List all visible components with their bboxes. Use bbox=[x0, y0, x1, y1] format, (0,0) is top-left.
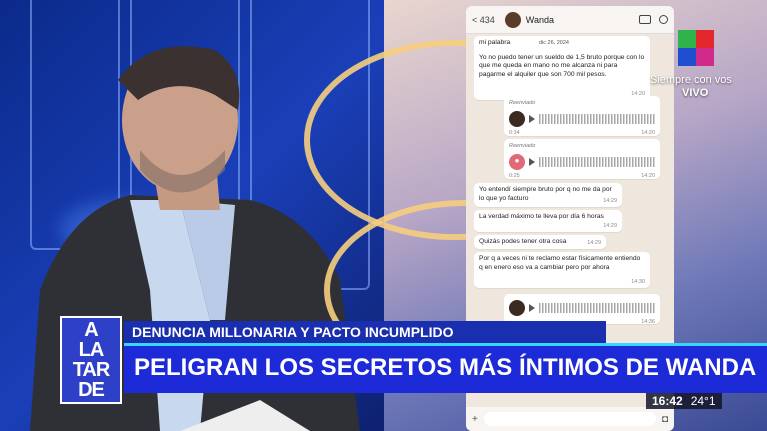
waveform bbox=[539, 113, 655, 124]
contact-name: Wanda bbox=[525, 14, 554, 25]
play-icon[interactable] bbox=[529, 304, 535, 312]
camera-icon[interactable]: ◘ bbox=[662, 414, 668, 425]
video-call-icon[interactable] bbox=[639, 15, 651, 24]
back-count[interactable]: < 434 bbox=[472, 15, 495, 25]
add-icon[interactable]: + bbox=[472, 414, 478, 425]
phone-call-icon[interactable] bbox=[659, 15, 668, 24]
message-bubble: La verdad máximo te lleva por día 6 hora… bbox=[474, 210, 622, 232]
audio-message[interactable]: 14:36 bbox=[504, 294, 660, 325]
sender-avatar bbox=[509, 110, 525, 127]
chat-input-bar: + ◘ bbox=[466, 407, 674, 431]
channel-logo bbox=[678, 30, 714, 66]
sender-avatar bbox=[509, 300, 525, 316]
date-chip: dic 26, 2024 bbox=[536, 39, 572, 47]
contact-avatar bbox=[504, 11, 521, 28]
lower-third-subtitle: DENUNCIA MILLONARIA Y PACTO INCUMPLIDO bbox=[124, 321, 606, 343]
audio-message[interactable]: Reenviado ● 0:25 14:20 bbox=[504, 139, 660, 179]
audio-message[interactable]: Reenviado 0:34 14:20 bbox=[504, 96, 660, 136]
live-indicator: VIVO bbox=[682, 87, 709, 99]
clock-weather: 16:42 24°1 bbox=[646, 393, 722, 409]
chat-header: < 434 Wanda bbox=[466, 6, 674, 34]
lower-third-headline: PELIGRAN LOS SECRETOS MÁS ÍNTIMOS DE WAN… bbox=[124, 343, 767, 393]
show-logo: A LA TAR DE bbox=[60, 316, 122, 404]
play-icon[interactable] bbox=[529, 157, 535, 166]
waveform bbox=[539, 303, 655, 313]
play-icon[interactable] bbox=[529, 114, 535, 123]
message-bubble: Quizás podes tener otra cosa 14:29 bbox=[474, 235, 606, 249]
channel-tagline: Siempre con vos bbox=[650, 74, 732, 86]
message-bubble: Por q a veces ni te reclamo estar física… bbox=[474, 252, 650, 288]
waveform bbox=[539, 156, 655, 167]
temperature: 24°1 bbox=[690, 394, 716, 408]
clock-time: 16:42 bbox=[652, 394, 683, 408]
message-bubble: Yo entendí siempre bruto por q no me da … bbox=[474, 183, 622, 207]
microphone-icon: ● bbox=[509, 153, 525, 170]
message-input[interactable] bbox=[483, 412, 656, 426]
